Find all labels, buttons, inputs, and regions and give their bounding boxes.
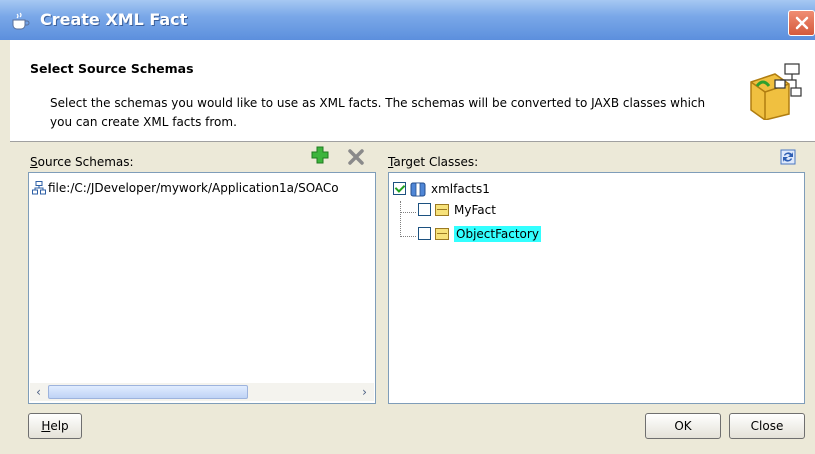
tree-node-label: xmlfacts1 bbox=[431, 182, 490, 196]
title-bar[interactable]: Create XML Fact bbox=[0, 0, 815, 40]
objectfactory-checkbox[interactable] bbox=[418, 227, 431, 240]
tree-node-label: MyFact bbox=[454, 203, 496, 217]
target-classes-tree[interactable]: xmlfacts1 MyFact ObjectFactory bbox=[388, 172, 805, 404]
dialog-header: Select Source Schemas Select the schemas… bbox=[10, 40, 815, 142]
schema-path: file:/C:/JDeveloper/mywork/Application1a… bbox=[48, 181, 339, 195]
scrollbar-thumb[interactable] bbox=[48, 385, 248, 399]
class-icon bbox=[435, 204, 449, 216]
tree-node-objectfactory[interactable]: ObjectFactory bbox=[418, 226, 541, 247]
scroll-left-icon[interactable]: ‹ bbox=[30, 383, 47, 401]
add-icon[interactable] bbox=[311, 146, 329, 164]
tree-connector bbox=[400, 212, 416, 213]
package-icon bbox=[410, 182, 426, 197]
refresh-icon[interactable] bbox=[778, 147, 798, 167]
close-icon bbox=[795, 16, 809, 30]
horizontal-scrollbar[interactable]: ‹ › bbox=[30, 383, 374, 401]
coffee-cup-icon bbox=[12, 12, 30, 30]
tree-connector bbox=[400, 201, 401, 237]
source-schemas-list[interactable]: file:/C:/JDeveloper/mywork/Application1a… bbox=[28, 172, 376, 404]
root-checkbox[interactable] bbox=[393, 182, 406, 195]
header-description: Select the schemas you would like to use… bbox=[50, 96, 706, 129]
myfact-checkbox[interactable] bbox=[418, 203, 431, 216]
scroll-right-icon[interactable]: › bbox=[356, 383, 373, 401]
class-icon bbox=[435, 228, 449, 240]
help-button[interactable]: Help bbox=[28, 413, 82, 439]
window-close-button[interactable] bbox=[788, 10, 815, 36]
target-classes-label: Target Classes: bbox=[388, 155, 479, 169]
close-button[interactable]: Close bbox=[729, 413, 805, 439]
remove-icon[interactable] bbox=[348, 149, 364, 165]
window-title: Create XML Fact bbox=[40, 10, 188, 29]
header-title: Select Source Schemas bbox=[30, 61, 194, 76]
tree-node-label-selected: ObjectFactory bbox=[454, 226, 541, 242]
source-schemas-label: Source Schemas: bbox=[30, 155, 134, 169]
tree-node-root[interactable]: xmlfacts1 bbox=[393, 181, 490, 201]
list-item[interactable]: file:/C:/JDeveloper/mywork/Application1a… bbox=[32, 181, 372, 195]
schema-book-icon bbox=[750, 63, 802, 120]
ok-button[interactable]: OK bbox=[645, 413, 721, 439]
tree-node-myfact[interactable]: MyFact bbox=[418, 203, 496, 223]
schema-icon bbox=[32, 181, 46, 195]
tree-connector bbox=[400, 236, 416, 237]
